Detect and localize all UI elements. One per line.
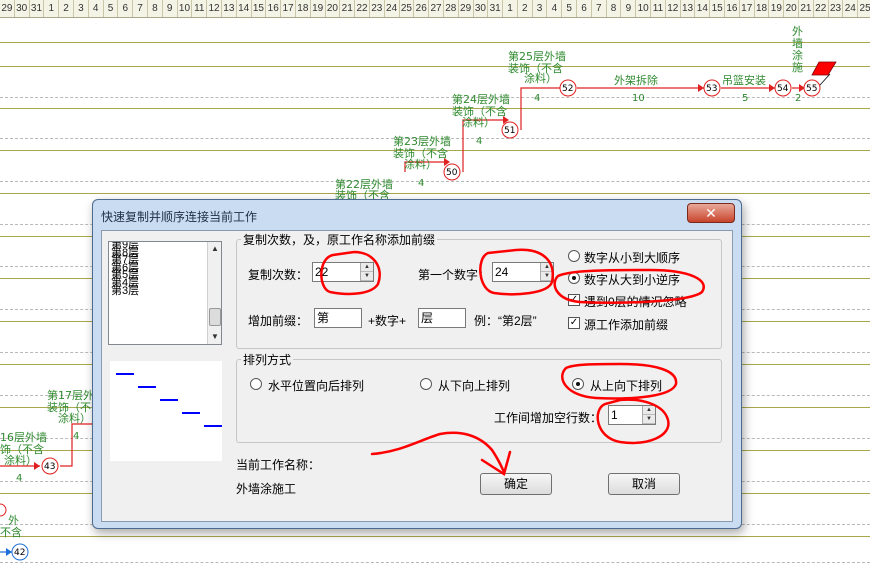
- duration-label: 10: [632, 93, 645, 104]
- annotation-floor23: 第23层外墙: [393, 134, 451, 148]
- annotation-floor17: 第17层外: [47, 388, 94, 402]
- svg-text:54: 54: [777, 84, 789, 94]
- scroll-down-icon[interactable]: ▼: [208, 330, 221, 344]
- prefix-input[interactable]: 第: [314, 308, 362, 328]
- first-number-label: 第一个数字：: [418, 268, 491, 282]
- order-desc-label: 数字从大到小逆序: [584, 273, 681, 287]
- group-legend: 排列方式: [243, 353, 292, 367]
- node-42[interactable]: 42: [11, 543, 29, 561]
- dialog-title: 快速复制并顺序连接当前工作: [101, 210, 258, 224]
- spin-down-icon[interactable]: ▼: [643, 415, 655, 424]
- example-label: 例：“第2层”: [474, 314, 537, 328]
- node-54[interactable]: 54: [774, 79, 792, 97]
- duration-label: 4: [418, 178, 424, 189]
- annotation-floor17: 涂料）: [58, 411, 91, 425]
- svg-text:51: 51: [504, 126, 515, 136]
- spin-up-icon[interactable]: ▲: [361, 263, 373, 272]
- svg-text:53: 53: [706, 84, 717, 94]
- cancel-button[interactable]: 取消: [608, 473, 680, 495]
- scroll-thumb[interactable]: [209, 308, 221, 326]
- annotation-paint: 墙: [792, 36, 803, 50]
- svg-text:50: 50: [446, 168, 458, 178]
- duration-label: 4: [16, 473, 22, 484]
- copy-dialog: 快速复制并顺序连接当前工作 ✕ 第9层 第8层 第7层 第6层 第5层 第4层 …: [92, 199, 742, 529]
- bottom-up-label: 从下向上排列: [438, 379, 511, 393]
- horizontal-radio[interactable]: [250, 378, 262, 390]
- prefix-label: 增加前缀：: [248, 314, 309, 328]
- list-scrollbar[interactable]: ▲ ▼: [207, 242, 221, 344]
- order-desc-radio[interactable]: [568, 272, 580, 284]
- spin-up-icon[interactable]: ▲: [643, 406, 655, 415]
- copy-count-value: 22: [315, 265, 329, 279]
- duration-label: 2: [795, 93, 801, 104]
- node-55[interactable]: 55: [803, 79, 821, 97]
- annotation-floor15: 不含: [0, 525, 22, 539]
- preview-bar: [116, 373, 134, 375]
- group-legend: 复制次数，及，原工作名称添加前缀: [243, 233, 436, 247]
- arrangement-preview: [110, 361, 222, 461]
- scroll-up-icon[interactable]: ▲: [208, 242, 221, 256]
- order-asc-radio[interactable]: [568, 250, 580, 262]
- preview-bar: [182, 412, 200, 414]
- node-51[interactable]: 51: [501, 121, 519, 139]
- annotation-floor16: 涂料）: [4, 453, 37, 467]
- horizontal-label: 水平位置向后排列: [268, 379, 365, 393]
- annotation-floor25: 涂料）: [524, 71, 557, 85]
- annotation-floor24: 涂料）: [462, 115, 495, 129]
- gap-rows-value: 1: [611, 408, 618, 422]
- order-asc-label: 数字从小到大顺序: [584, 251, 681, 265]
- top-down-radio[interactable]: [572, 378, 584, 390]
- duration-label: 4: [534, 93, 540, 104]
- bottom-up-radio[interactable]: [420, 378, 432, 390]
- suffix-input[interactable]: 层: [418, 308, 466, 328]
- layer-list[interactable]: 第9层 第8层 第7层 第6层 第5层 第4层 第3层 ▲ ▼: [108, 241, 222, 345]
- add-prefix-label: 源工作添加前缀: [584, 318, 669, 332]
- preview-bar: [138, 386, 156, 388]
- svg-text:42: 42: [14, 548, 25, 558]
- dialog-client: 第9层 第8层 第7层 第6层 第5层 第4层 第3层 ▲ ▼ 复制次数，及，原…: [101, 230, 733, 522]
- annotation-floor23: 涂料）: [404, 157, 437, 171]
- current-work-label: 当前工作名称：: [236, 458, 321, 472]
- copy-count-spinner[interactable]: 22 ▲ ▼: [312, 262, 374, 282]
- skip-zero-label: 遇到0层的情况忽略: [584, 295, 687, 309]
- add-prefix-checkbox[interactable]: ✓: [568, 317, 580, 329]
- list-item[interactable]: 第3层: [109, 285, 221, 295]
- svg-text:55: 55: [806, 84, 817, 94]
- copy-count-label: 复制次数：: [248, 268, 309, 282]
- top-down-label: 从上向下排列: [590, 379, 663, 393]
- annotation-floor24: 第24层外墙: [452, 92, 510, 106]
- spin-up-icon[interactable]: ▲: [541, 263, 553, 272]
- svg-text:52: 52: [562, 84, 573, 94]
- milestone-marker: [811, 61, 837, 76]
- annotation-paint: 施: [792, 61, 803, 74]
- node-52[interactable]: 52: [559, 79, 577, 97]
- plus-number-label: +数字+: [368, 314, 407, 328]
- svg-text:43: 43: [44, 462, 55, 472]
- node-50[interactable]: 50: [443, 163, 461, 181]
- preview-bar: [160, 399, 178, 401]
- annotation-basket: 吊篮安装: [722, 73, 766, 87]
- node-43[interactable]: 43: [41, 457, 59, 475]
- duration-label: 4: [476, 136, 482, 147]
- gap-rows-label: 工作间增加空行数：: [494, 411, 603, 425]
- ok-button[interactable]: 确定: [480, 473, 552, 495]
- annotation-paint: 涂: [792, 48, 803, 62]
- annotation-floor25: 第25层外墙: [508, 49, 566, 63]
- node-53[interactable]: 53: [703, 79, 721, 97]
- annotation-scaffold: 外架拆除: [614, 73, 658, 87]
- skip-zero-checkbox[interactable]: ✓: [568, 294, 580, 306]
- gap-rows-spinner[interactable]: 1 ▲ ▼: [608, 405, 656, 425]
- current-work-value: 外墙涂施工: [236, 482, 297, 496]
- first-number-spinner[interactable]: 24 ▲ ▼: [492, 262, 554, 282]
- duration-label: 4: [73, 431, 79, 442]
- arrange-group: 排列方式: [236, 351, 722, 443]
- annotation-floor16: 16层外墙: [0, 430, 47, 444]
- preview-bar: [204, 425, 222, 427]
- spin-down-icon[interactable]: ▼: [541, 272, 553, 281]
- first-number-value: 24: [495, 265, 509, 279]
- close-button[interactable]: ✕: [687, 203, 735, 223]
- duration-label: 5: [742, 93, 748, 104]
- spin-down-icon[interactable]: ▼: [361, 272, 373, 281]
